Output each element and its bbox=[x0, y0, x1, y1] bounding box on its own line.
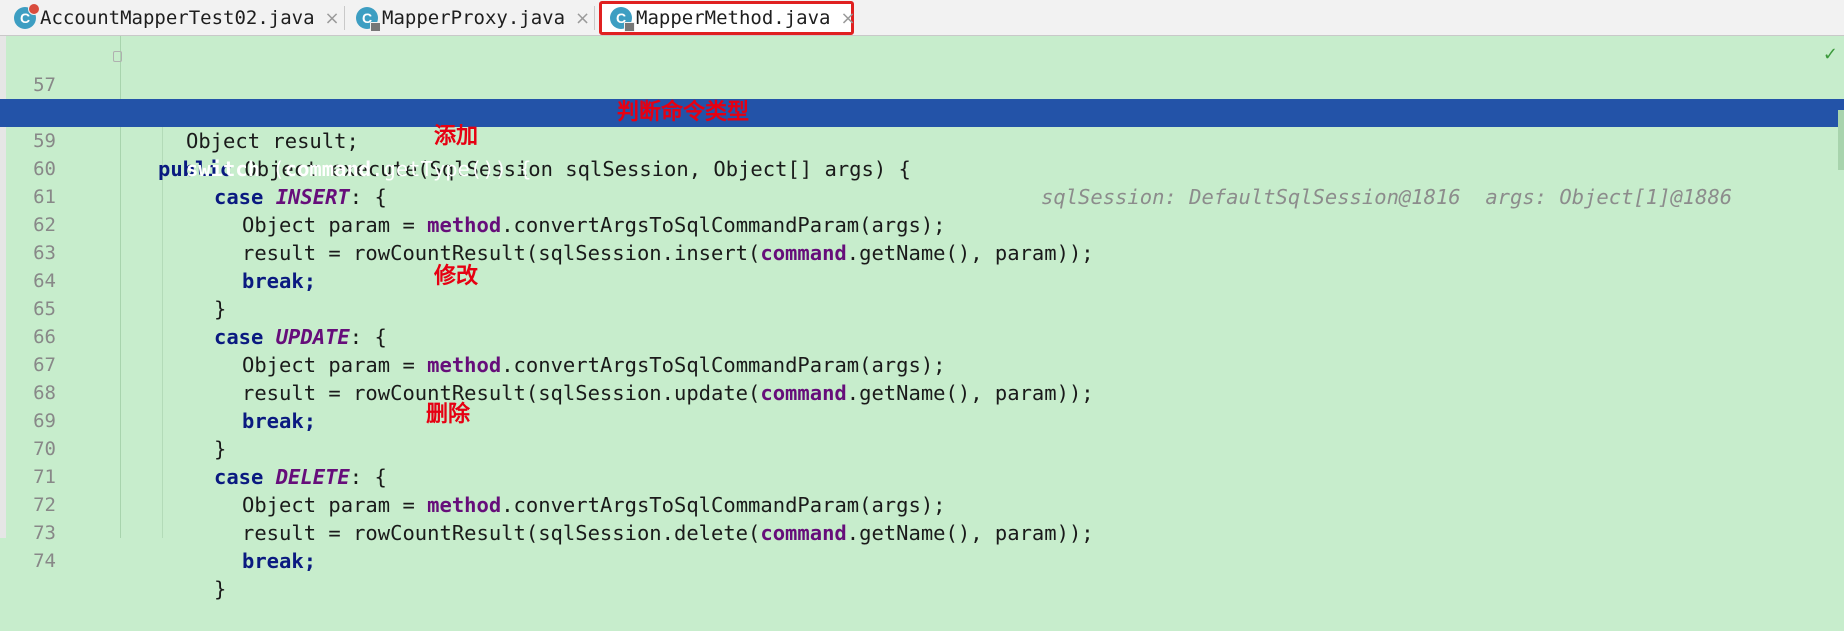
tab-label: AccountMapperTest02.java bbox=[40, 7, 315, 29]
code-line[interactable]: 69 } bbox=[0, 379, 1844, 461]
line-number: 74 bbox=[33, 550, 56, 572]
code-line[interactable]: 60 case INSERT: { 添加 bbox=[0, 124, 1844, 209]
tab-mapper-proxy[interactable]: C MapperProxy.java × bbox=[344, 3, 600, 33]
code-text: } bbox=[214, 577, 227, 601]
code-line[interactable]: 57 @ public Object execute(SqlSession sq… bbox=[0, 43, 1844, 209]
test-badge-icon bbox=[28, 3, 40, 15]
lock-icon bbox=[624, 22, 635, 32]
annotation-note: 判断命令类型 bbox=[617, 100, 750, 125]
editor-tab-bar: C AccountMapperTest02.java × C MapperPro… bbox=[0, 0, 1844, 36]
code-line[interactable]: 72 result = rowCountResult(sqlSession.de… bbox=[0, 463, 1844, 545]
code-line[interactable]: 65 case UPDATE: { 修改 bbox=[0, 264, 1844, 349]
close-icon[interactable]: × bbox=[840, 8, 855, 29]
code-line[interactable]: 73 break; bbox=[0, 491, 1844, 573]
class-icon: C bbox=[610, 7, 635, 32]
tab-account-mapper-test02[interactable]: C AccountMapperTest02.java × bbox=[2, 3, 350, 33]
code-text: break; bbox=[242, 549, 317, 573]
code-line[interactable]: 62 result = rowCountResult(sqlSession.in… bbox=[0, 183, 1844, 265]
code-line-current[interactable]: 59 switch (command.getType()) { 判断命令类型 bbox=[0, 99, 1844, 181]
lock-icon bbox=[370, 22, 381, 32]
tab-divider bbox=[594, 6, 595, 30]
class-icon: C bbox=[14, 3, 40, 29]
class-icon: C bbox=[356, 7, 381, 32]
annotation-note: 修改 bbox=[434, 264, 479, 289]
code-line[interactable]: 70 case DELETE: { 删除 bbox=[0, 402, 1844, 489]
tab-label: MapperProxy.java bbox=[382, 7, 566, 29]
tab-mapper-method[interactable]: C MapperMethod.java × bbox=[599, 1, 856, 35]
code-line[interactable]: 68 break; bbox=[0, 351, 1844, 433]
current-line-stripe bbox=[1816, 104, 1830, 126]
scrollbar-thumb[interactable] bbox=[1838, 110, 1844, 170]
inspection-ok-icon[interactable]: ✓ bbox=[1823, 44, 1838, 65]
code-line[interactable]: 71 Object param = method.convertArgsToSq… bbox=[0, 435, 1844, 517]
code-line[interactable]: 66 Object param = method.convertArgsToSq… bbox=[0, 295, 1844, 377]
close-icon[interactable]: × bbox=[575, 8, 590, 29]
code-line[interactable]: 74 } bbox=[0, 519, 1844, 601]
code-line[interactable]: 61 Object param = method.convertArgsToSq… bbox=[0, 155, 1844, 237]
fold-toggle-icon[interactable] bbox=[113, 51, 122, 62]
tab-label: MapperMethod.java bbox=[636, 7, 831, 29]
code-line[interactable]: 58 Object result; bbox=[0, 71, 1844, 153]
annotation-note: 添加 bbox=[434, 124, 479, 149]
code-line[interactable]: 64 } bbox=[0, 239, 1844, 321]
close-icon[interactable]: × bbox=[325, 8, 340, 29]
annotation-note: 删除 bbox=[426, 402, 471, 427]
code-line[interactable]: 67 result = rowCountResult(sqlSession.up… bbox=[0, 323, 1844, 405]
code-line[interactable]: 63 break; bbox=[0, 211, 1844, 293]
